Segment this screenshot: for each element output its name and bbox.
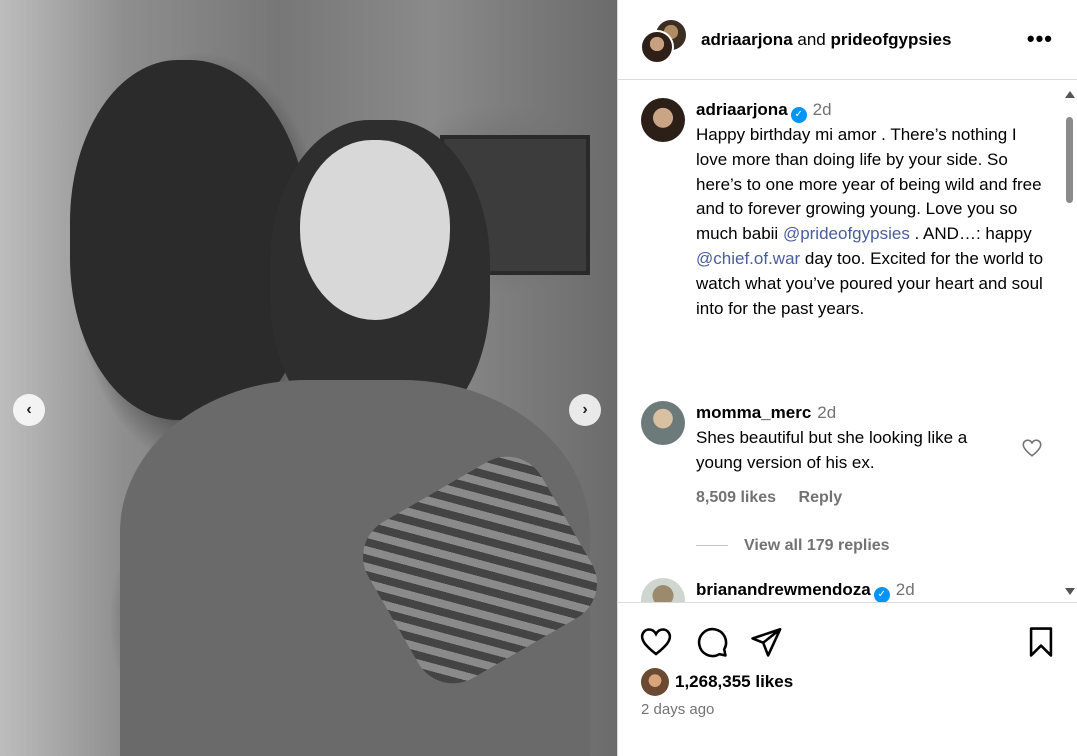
post-header: adriaarjona and prideofgypsies ••• <box>618 0 1077 80</box>
scroll-down-arrow-icon[interactable] <box>1065 588 1075 595</box>
previous-photo-button[interactable]: ‹ <box>13 394 45 426</box>
like-heart-icon[interactable] <box>639 625 673 659</box>
mention-prideofgypsies[interactable]: @prideofgypsies <box>783 224 910 243</box>
caption-text-2: . AND…: happy <box>909 224 1032 244</box>
caption-avatar[interactable] <box>641 98 685 142</box>
post-authors: adriaarjona and prideofgypsies <box>701 30 951 50</box>
save-bookmark-icon[interactable] <box>1024 625 1058 659</box>
post-side-panel: adriaarjona and prideofgypsies ••• adria… <box>617 0 1077 756</box>
likes-row: 1,268,355 likes <box>641 668 793 696</box>
comment-text-block: brianandrewmendoza ✓ 2d <box>696 578 1056 602</box>
share-paper-plane-icon[interactable] <box>749 625 783 659</box>
reply-button[interactable]: Reply <box>799 489 843 506</box>
comment-bubble-icon[interactable] <box>695 625 729 659</box>
liker-avatar[interactable] <box>641 668 669 696</box>
avatar-adriaarjona[interactable] <box>640 29 674 64</box>
like-comment-heart-icon[interactable] <box>1021 437 1043 459</box>
mention-chief-of-war[interactable]: @chief.of.war <box>696 249 800 268</box>
comment-username[interactable]: momma_merc <box>696 403 811 422</box>
photo-figure-right-face <box>300 140 450 320</box>
collab-avatars[interactable] <box>640 16 688 64</box>
author-link-adriaarjona[interactable]: adriaarjona <box>701 30 793 49</box>
comment-likes-count[interactable]: 8,509 likes <box>696 489 776 506</box>
likes-count[interactable]: 1,268,355 likes <box>675 672 793 692</box>
more-options-icon[interactable]: ••• <box>1027 26 1053 52</box>
author-joiner: and <box>797 30 826 49</box>
scrollbar-thumb[interactable] <box>1066 117 1073 203</box>
comment-username[interactable]: brianandrewmendoza <box>696 580 871 599</box>
post-actions: 1,268,355 likes 2 days ago <box>618 602 1077 756</box>
caption-timestamp[interactable]: 2d <box>813 100 832 119</box>
post-timestamp[interactable]: 2 days ago <box>641 701 714 718</box>
comment-timestamp[interactable]: 2d <box>817 403 836 422</box>
view-replies-button[interactable]: View all 179 replies <box>696 537 890 555</box>
comment-text: Shes beautiful but she looking like a yo… <box>696 427 968 472</box>
comment-timestamp[interactable]: 2d <box>896 580 915 599</box>
next-photo-button[interactable]: › <box>569 394 601 426</box>
author-link-prideofgypsies[interactable]: prideofgypsies <box>831 30 952 49</box>
verified-badge-icon: ✓ <box>790 107 807 123</box>
comment-avatar[interactable] <box>641 578 685 602</box>
comment-avatar[interactable] <box>641 401 685 445</box>
verified-badge-icon: ✓ <box>873 587 890 602</box>
comment-meta: 8,509 likes Reply <box>696 489 860 507</box>
scroll-up-arrow-icon[interactable] <box>1065 91 1075 98</box>
caption-username[interactable]: adriaarjona <box>696 100 788 119</box>
vertical-scrollbar[interactable] <box>1064 89 1076 597</box>
comment-text-block: momma_merc 2d Shes beautiful but she look… <box>696 401 1016 475</box>
caption-text-block: adriaarjona ✓ 2d Happy birthday mi amor . … <box>696 98 1046 321</box>
post-photo[interactable] <box>0 0 617 756</box>
comments-scroll-area[interactable]: adriaarjona ✓ 2d Happy birthday mi amor . … <box>618 81 1077 602</box>
